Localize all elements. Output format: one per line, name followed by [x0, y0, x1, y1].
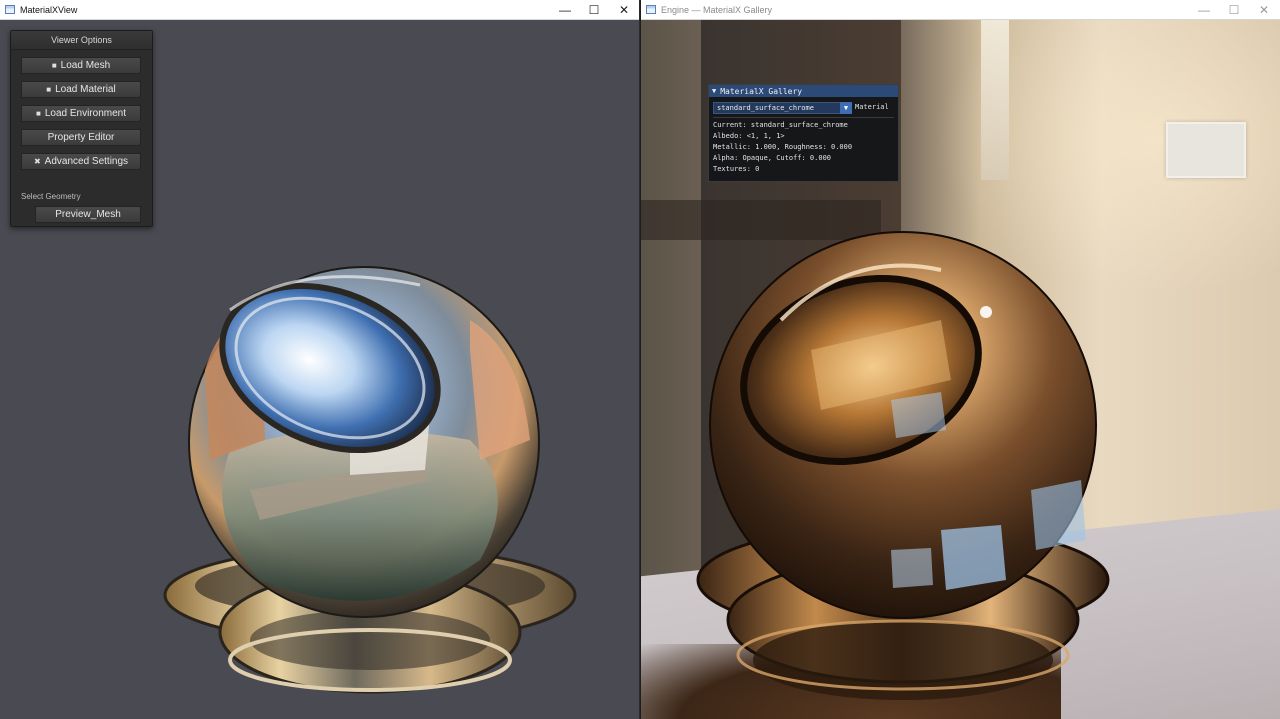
gallery-separator — [713, 117, 894, 118]
load-mesh-button[interactable]: ■ Load Mesh — [21, 57, 141, 74]
load-environment-label: Load Environment — [44, 108, 126, 119]
engine-gallery-window: Engine — MaterialX Gallery — ☐ ✕ ▼ Mater… — [641, 0, 1280, 719]
close-button[interactable]: ✕ — [609, 0, 639, 20]
left-window-title: MaterialXView — [20, 4, 78, 15]
close-button[interactable]: ✕ — [1249, 0, 1279, 20]
preview-mesh-button[interactable]: Preview_Mesh — [35, 206, 141, 223]
folder-icon: ■ — [51, 61, 57, 70]
select-geometry-label: Select Geometry — [21, 192, 81, 201]
advanced-settings-label: Advanced Settings — [44, 156, 129, 167]
metallic-roughness-text: Metallic: 1.000, Roughness: 0.000 — [713, 143, 853, 151]
right-window-title: Engine — MaterialX Gallery — [661, 4, 773, 15]
minimize-button[interactable]: — — [550, 0, 580, 20]
property-editor-label: Property Editor — [47, 132, 115, 143]
folder-icon: ■ — [46, 85, 52, 94]
right-3d-viewport[interactable]: ▼ MaterialX Gallery standard_surface_chr… — [641, 20, 1280, 719]
viewer-options-panel: Viewer Options ■ Load Mesh ■ Load Materi… — [10, 30, 153, 227]
app-window-icon — [5, 5, 15, 14]
app-window-icon — [646, 5, 656, 14]
load-material-button[interactable]: ■ Load Material — [21, 81, 141, 98]
maximize-button[interactable]: ☐ — [579, 0, 609, 20]
combo-dropdown-arrow-icon[interactable]: ▼ — [840, 102, 852, 114]
materialx-gallery-panel: ▼ MaterialX Gallery standard_surface_chr… — [708, 84, 899, 182]
collapse-triangle-icon[interactable]: ▼ — [712, 87, 716, 95]
preview-mesh-label: Preview_Mesh — [55, 209, 121, 220]
advanced-settings-button[interactable]: ✖ Advanced Settings — [21, 153, 141, 170]
material-combo[interactable]: standard_surface_chrome — [713, 102, 851, 114]
viewer-options-header[interactable]: Viewer Options — [11, 31, 152, 50]
textures-count-text: Textures: 0 — [713, 165, 760, 173]
folder-icon: ■ — [35, 109, 41, 118]
materialxview-window: MaterialXView — ☐ ✕ Viewer Options ■ Loa… — [0, 0, 640, 719]
albedo-text: Albedo: <1, 1, 1> — [713, 132, 785, 140]
current-material-text: Current: standard_surface_chrome — [713, 121, 848, 129]
left-3d-viewport[interactable]: Viewer Options ■ Load Mesh ■ Load Materi… — [0, 20, 639, 719]
right-titlebar[interactable]: Engine — MaterialX Gallery — ☐ ✕ — [641, 0, 1280, 20]
gallery-title: MaterialX Gallery — [720, 86, 803, 96]
material-combo-label: Material — [855, 103, 889, 111]
minimize-button[interactable]: — — [1189, 0, 1219, 20]
left-titlebar[interactable]: MaterialXView — ☐ ✕ — [0, 0, 639, 20]
maximize-button[interactable]: ☐ — [1219, 0, 1249, 20]
property-editor-button[interactable]: Property Editor — [21, 129, 141, 146]
alpha-cutoff-text: Alpha: Opaque, Cutoff: 0.000 — [713, 154, 832, 162]
load-material-label: Load Material — [55, 84, 116, 95]
gallery-header[interactable]: ▼ MaterialX Gallery — [709, 85, 898, 97]
load-mesh-label: Load Mesh — [60, 60, 111, 71]
load-environment-button[interactable]: ■ Load Environment — [21, 105, 141, 122]
tools-icon: ✖ — [33, 157, 41, 166]
